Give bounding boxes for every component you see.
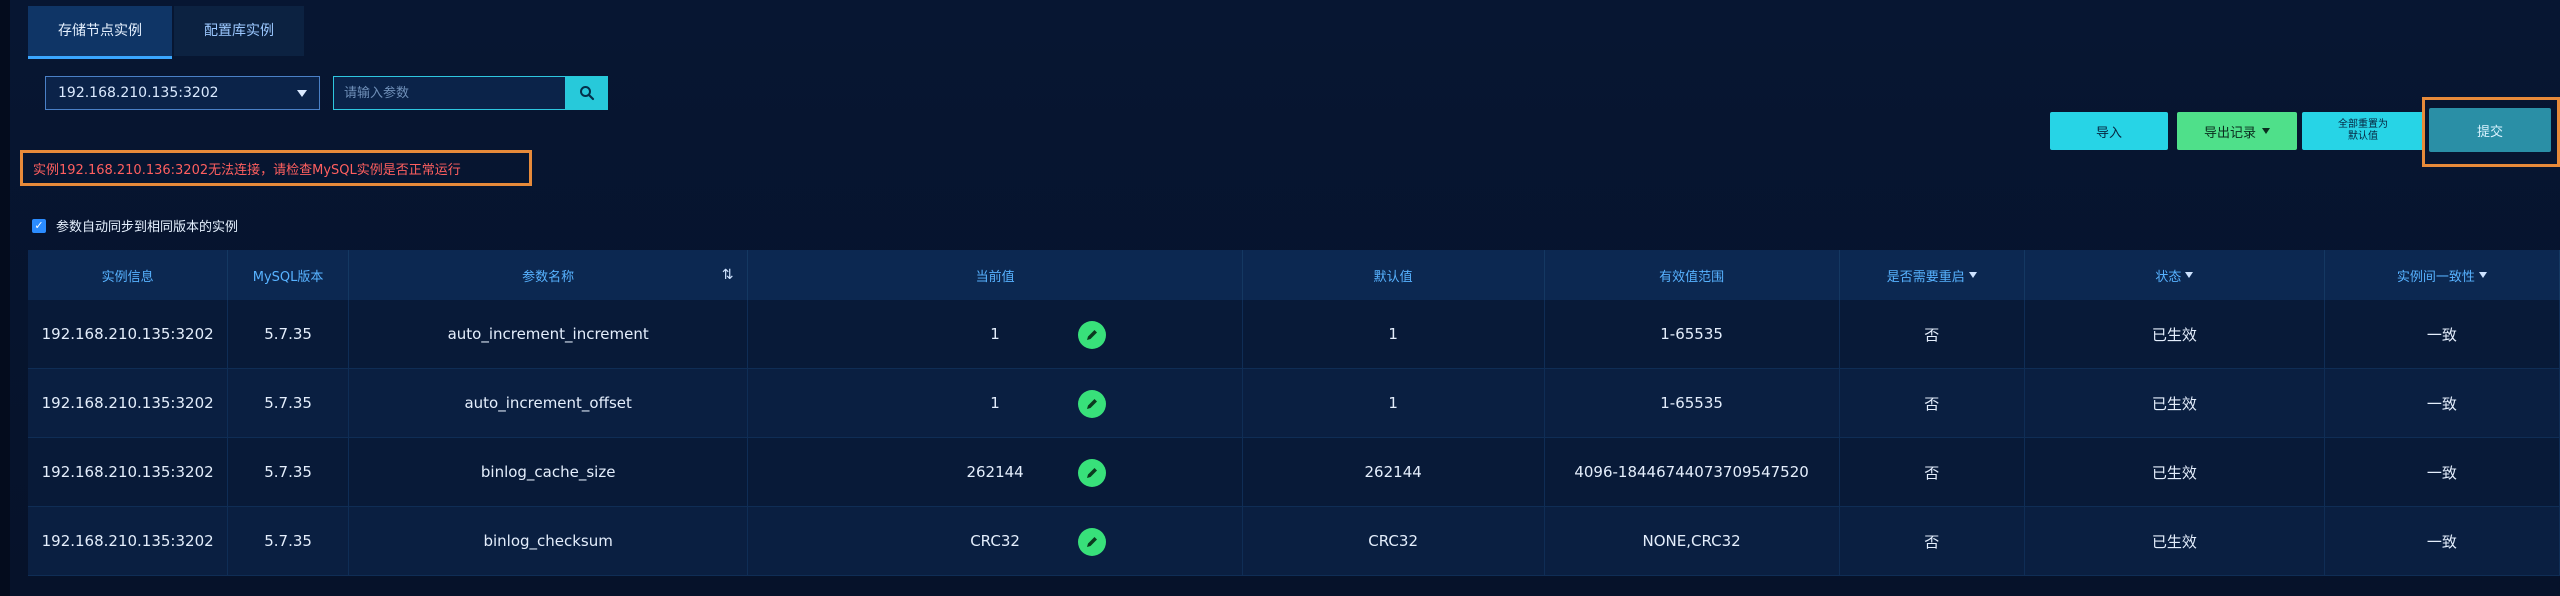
cell-version: 5.7.35 — [228, 438, 349, 506]
current-value-text: 262144 — [966, 463, 1024, 481]
cell-default-value: CRC32 — [1243, 507, 1545, 575]
chevron-down-icon — [2262, 128, 2270, 134]
cell-default-value: 1 — [1243, 300, 1545, 368]
cell-consistency: 一致 — [2325, 507, 2560, 575]
sync-checkbox-label: 参数自动同步到相同版本的实例 — [56, 220, 239, 235]
col-current-value: 当前值 — [748, 250, 1243, 300]
table-row: 192.168.210.135:3202 5.7.35 auto_increme… — [28, 300, 2560, 369]
col-needs-restart[interactable]: 是否需要重启 — [1840, 250, 2025, 300]
col-default-value: 默认值 — [1243, 250, 1545, 300]
cell-status: 已生效 — [2025, 438, 2325, 506]
cell-current-value: 1 — [748, 369, 1243, 437]
cell-param-name: auto_increment_increment — [349, 300, 749, 368]
reset-all-defaults-button[interactable]: 全部重置为 默认值 — [2302, 112, 2424, 150]
sync-checkbox-row: ✓ 参数自动同步到相同版本的实例 — [32, 216, 238, 235]
col-status[interactable]: 状态 — [2025, 250, 2325, 300]
chevron-down-icon — [2185, 272, 2194, 278]
search-input[interactable] — [333, 76, 566, 110]
chevron-down-icon — [1968, 272, 1977, 278]
cell-default-value: 262144 — [1243, 438, 1545, 506]
cell-needs-restart: 否 — [1840, 369, 2025, 437]
cell-status: 已生效 — [2025, 300, 2325, 368]
cell-instance: 192.168.210.135:3202 — [28, 369, 229, 437]
cell-current-value: CRC32 — [748, 507, 1243, 575]
col-consistency-label: 实例间一致性 — [2396, 269, 2475, 285]
instance-select[interactable]: 192.168.210.135:3202 — [45, 76, 320, 110]
col-instance-info: 实例信息 — [28, 250, 229, 300]
cell-version: 5.7.35 — [228, 300, 349, 368]
instance-tabs: 存储节点实例 配置库实例 — [28, 6, 304, 59]
cell-consistency: 一致 — [2325, 369, 2560, 437]
table-header: 实例信息 MySQL版本 参数名称 ⇅ 当前值 默认值 有效值范围 是否需要重启… — [28, 250, 2560, 300]
sort-icon[interactable]: ⇅ — [722, 267, 734, 283]
cell-current-value: 262144 — [748, 438, 1243, 506]
export-records-label: 导出记录 — [2203, 125, 2256, 141]
cell-status: 已生效 — [2025, 507, 2325, 575]
tab-config-db-instance[interactable]: 配置库实例 — [174, 6, 304, 56]
search-icon — [580, 86, 595, 101]
cell-current-value: 1 — [748, 300, 1243, 368]
col-param-name-label: 参数名称 — [522, 269, 575, 285]
tab-storage-node-instance[interactable]: 存储节点实例 — [28, 6, 172, 59]
cell-status: 已生效 — [2025, 369, 2325, 437]
chevron-down-icon — [2478, 272, 2487, 278]
cell-needs-restart: 否 — [1840, 438, 2025, 506]
reset-label-line1: 全部重置为 — [2338, 119, 2388, 130]
parameter-table: 实例信息 MySQL版本 参数名称 ⇅ 当前值 默认值 有效值范围 是否需要重启… — [28, 250, 2560, 576]
table-row: 192.168.210.135:3202 5.7.35 binlog_check… — [28, 507, 2560, 576]
instance-select-value: 192.168.210.135:3202 — [58, 85, 219, 101]
cell-version: 5.7.35 — [228, 507, 349, 575]
col-param-name[interactable]: 参数名称 ⇅ — [349, 250, 749, 300]
submit-button[interactable]: 提交 — [2429, 108, 2551, 152]
col-valid-range: 有效值范围 — [1545, 250, 1840, 300]
table-body: 192.168.210.135:3202 5.7.35 auto_increme… — [28, 300, 2560, 576]
reset-label-line2: 默认值 — [2348, 131, 2378, 142]
cell-param-name: binlog_cache_size — [349, 438, 749, 506]
cell-consistency: 一致 — [2325, 300, 2560, 368]
export-records-button[interactable]: 导出记录 — [2177, 112, 2297, 150]
edit-icon[interactable] — [1078, 528, 1107, 556]
sync-checkbox[interactable]: ✓ — [32, 218, 46, 233]
left-edge — [0, 0, 10, 596]
cell-version: 5.7.35 — [228, 369, 349, 437]
search-button[interactable] — [566, 76, 608, 110]
current-value-text: 1 — [990, 394, 1000, 412]
col-mysql-version: MySQL版本 — [228, 250, 349, 300]
cell-valid-range: 1-65535 — [1545, 369, 1840, 437]
import-button[interactable]: 导入 — [2050, 112, 2168, 150]
col-status-label: 状态 — [2155, 269, 2182, 285]
cell-instance: 192.168.210.135:3202 — [28, 300, 229, 368]
cell-instance: 192.168.210.135:3202 — [28, 438, 229, 506]
cell-needs-restart: 否 — [1840, 300, 2025, 368]
cell-valid-range: 1-65535 — [1545, 300, 1840, 368]
cell-param-name: binlog_checksum — [349, 507, 749, 575]
edit-icon[interactable] — [1078, 321, 1107, 349]
chevron-down-icon — [297, 89, 307, 97]
edit-icon[interactable] — [1078, 390, 1107, 418]
cell-needs-restart: 否 — [1840, 507, 2025, 575]
connection-error-message: 实例192.168.210.136:3202无法连接，请检查MySQL实例是否正… — [20, 150, 532, 186]
table-row: 192.168.210.135:3202 5.7.35 auto_increme… — [28, 369, 2560, 438]
cell-consistency: 一致 — [2325, 438, 2560, 506]
col-consistency[interactable]: 实例间一致性 — [2325, 250, 2560, 300]
current-value-text: CRC32 — [970, 532, 1020, 550]
current-value-text: 1 — [990, 325, 1000, 343]
cell-default-value: 1 — [1243, 369, 1545, 437]
table-row: 192.168.210.135:3202 5.7.35 binlog_cache… — [28, 438, 2560, 507]
cell-param-name: auto_increment_offset — [349, 369, 749, 437]
cell-instance: 192.168.210.135:3202 — [28, 507, 229, 575]
cell-valid-range: 4096-18446744073709547520 — [1545, 438, 1840, 506]
edit-icon[interactable] — [1078, 459, 1107, 487]
param-search — [333, 76, 608, 110]
cell-valid-range: NONE,CRC32 — [1545, 507, 1840, 575]
col-needs-restart-label: 是否需要重启 — [1886, 269, 1965, 285]
